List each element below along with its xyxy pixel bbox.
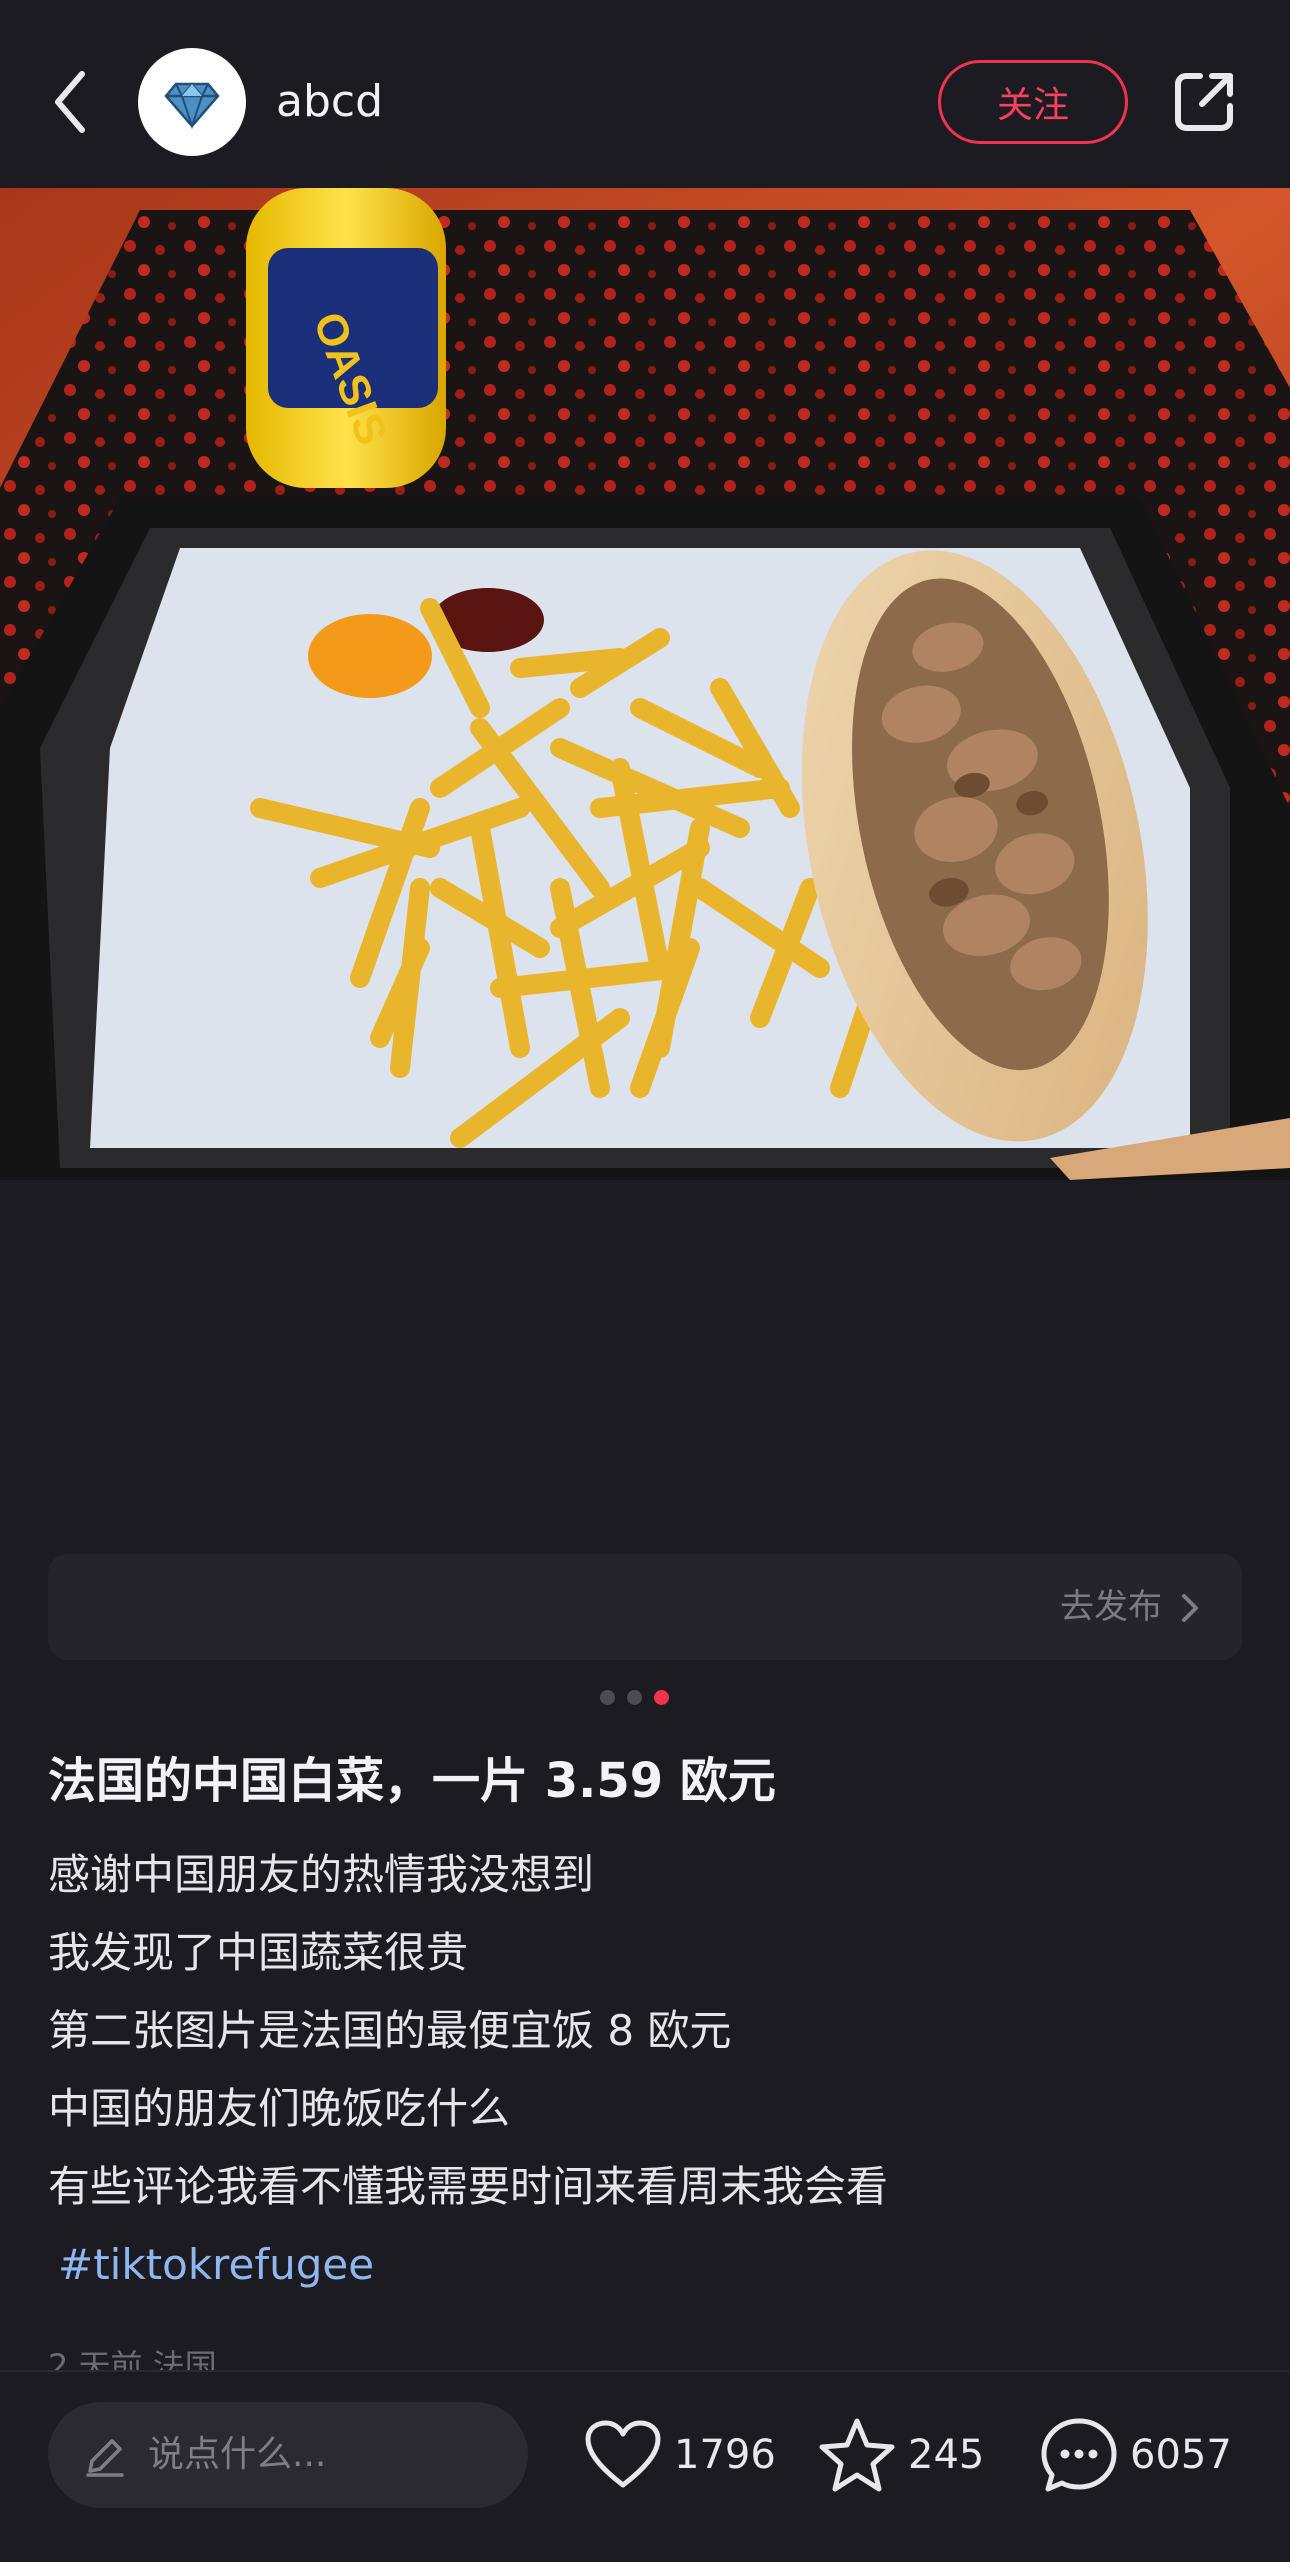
post-title: 法国的中国白菜，一片 3.59 欧元 xyxy=(48,1753,776,1809)
avatar[interactable] xyxy=(138,48,246,156)
username[interactable]: abcd xyxy=(276,72,383,132)
post-line: 有些评论我看不懂我需要时间来看周末我会看 xyxy=(48,2162,889,2211)
hashtag-link[interactable]: #tiktokrefugee xyxy=(48,2226,1248,2304)
favorite-button[interactable]: 245 xyxy=(818,2412,984,2498)
pencil-icon xyxy=(86,2439,124,2477)
publish-link[interactable]: 去发布 xyxy=(1060,1584,1162,1630)
like-count: 1796 xyxy=(674,2432,776,2478)
share-button[interactable] xyxy=(1168,66,1240,138)
post-line: 第二张图片是法国的最便宜饭 8 欧元 xyxy=(48,2006,732,2055)
page-dot-3-active[interactable] xyxy=(654,1690,669,1705)
chevron-right-icon xyxy=(1182,1594,1198,1622)
post-body: 感谢中国朋友的热情我没想到 我发现了中国蔬菜很贵 第二张图片是法国的最便宜饭 8… xyxy=(48,1836,1248,2304)
post-line: 感谢中国朋友的热情我没想到 xyxy=(48,1850,595,1899)
page-dot-2[interactable] xyxy=(627,1690,642,1705)
comment-bubble-icon xyxy=(1041,2418,1117,2492)
comment-count: 6057 xyxy=(1130,2432,1232,2478)
bottom-action-bar: 说点什么... 1796 245 6057 xyxy=(0,2370,1290,2562)
diamond-icon xyxy=(164,82,220,130)
publish-prompt-bar[interactable]: 去发布 xyxy=(48,1554,1242,1660)
follow-button[interactable]: 关注 xyxy=(938,60,1128,144)
back-button[interactable] xyxy=(44,64,104,140)
back-chevron-icon xyxy=(55,71,85,133)
comment-input[interactable]: 说点什么... xyxy=(48,2402,528,2508)
favorite-count: 245 xyxy=(908,2432,985,2478)
page-dot-1[interactable] xyxy=(600,1690,615,1705)
top-nav-bar: abcd 关注 xyxy=(0,0,1290,188)
image-pagination xyxy=(600,1690,669,1706)
heart-icon xyxy=(585,2420,661,2488)
comment-placeholder: 说点什么... xyxy=(148,2434,327,2475)
star-icon xyxy=(819,2418,895,2492)
comment-button[interactable]: 6057 xyxy=(1040,2412,1232,2498)
post-line: 我发现了中国蔬菜很贵 xyxy=(48,1928,469,1977)
post-photo[interactable]: OASIS xyxy=(0,188,1290,1180)
post-line: 中国的朋友们晚饭吃什么 xyxy=(48,2084,511,2133)
food-photo-illustration: OASIS xyxy=(0,188,1290,1180)
like-button[interactable]: 1796 xyxy=(584,2412,776,2498)
share-icon xyxy=(1175,73,1233,131)
